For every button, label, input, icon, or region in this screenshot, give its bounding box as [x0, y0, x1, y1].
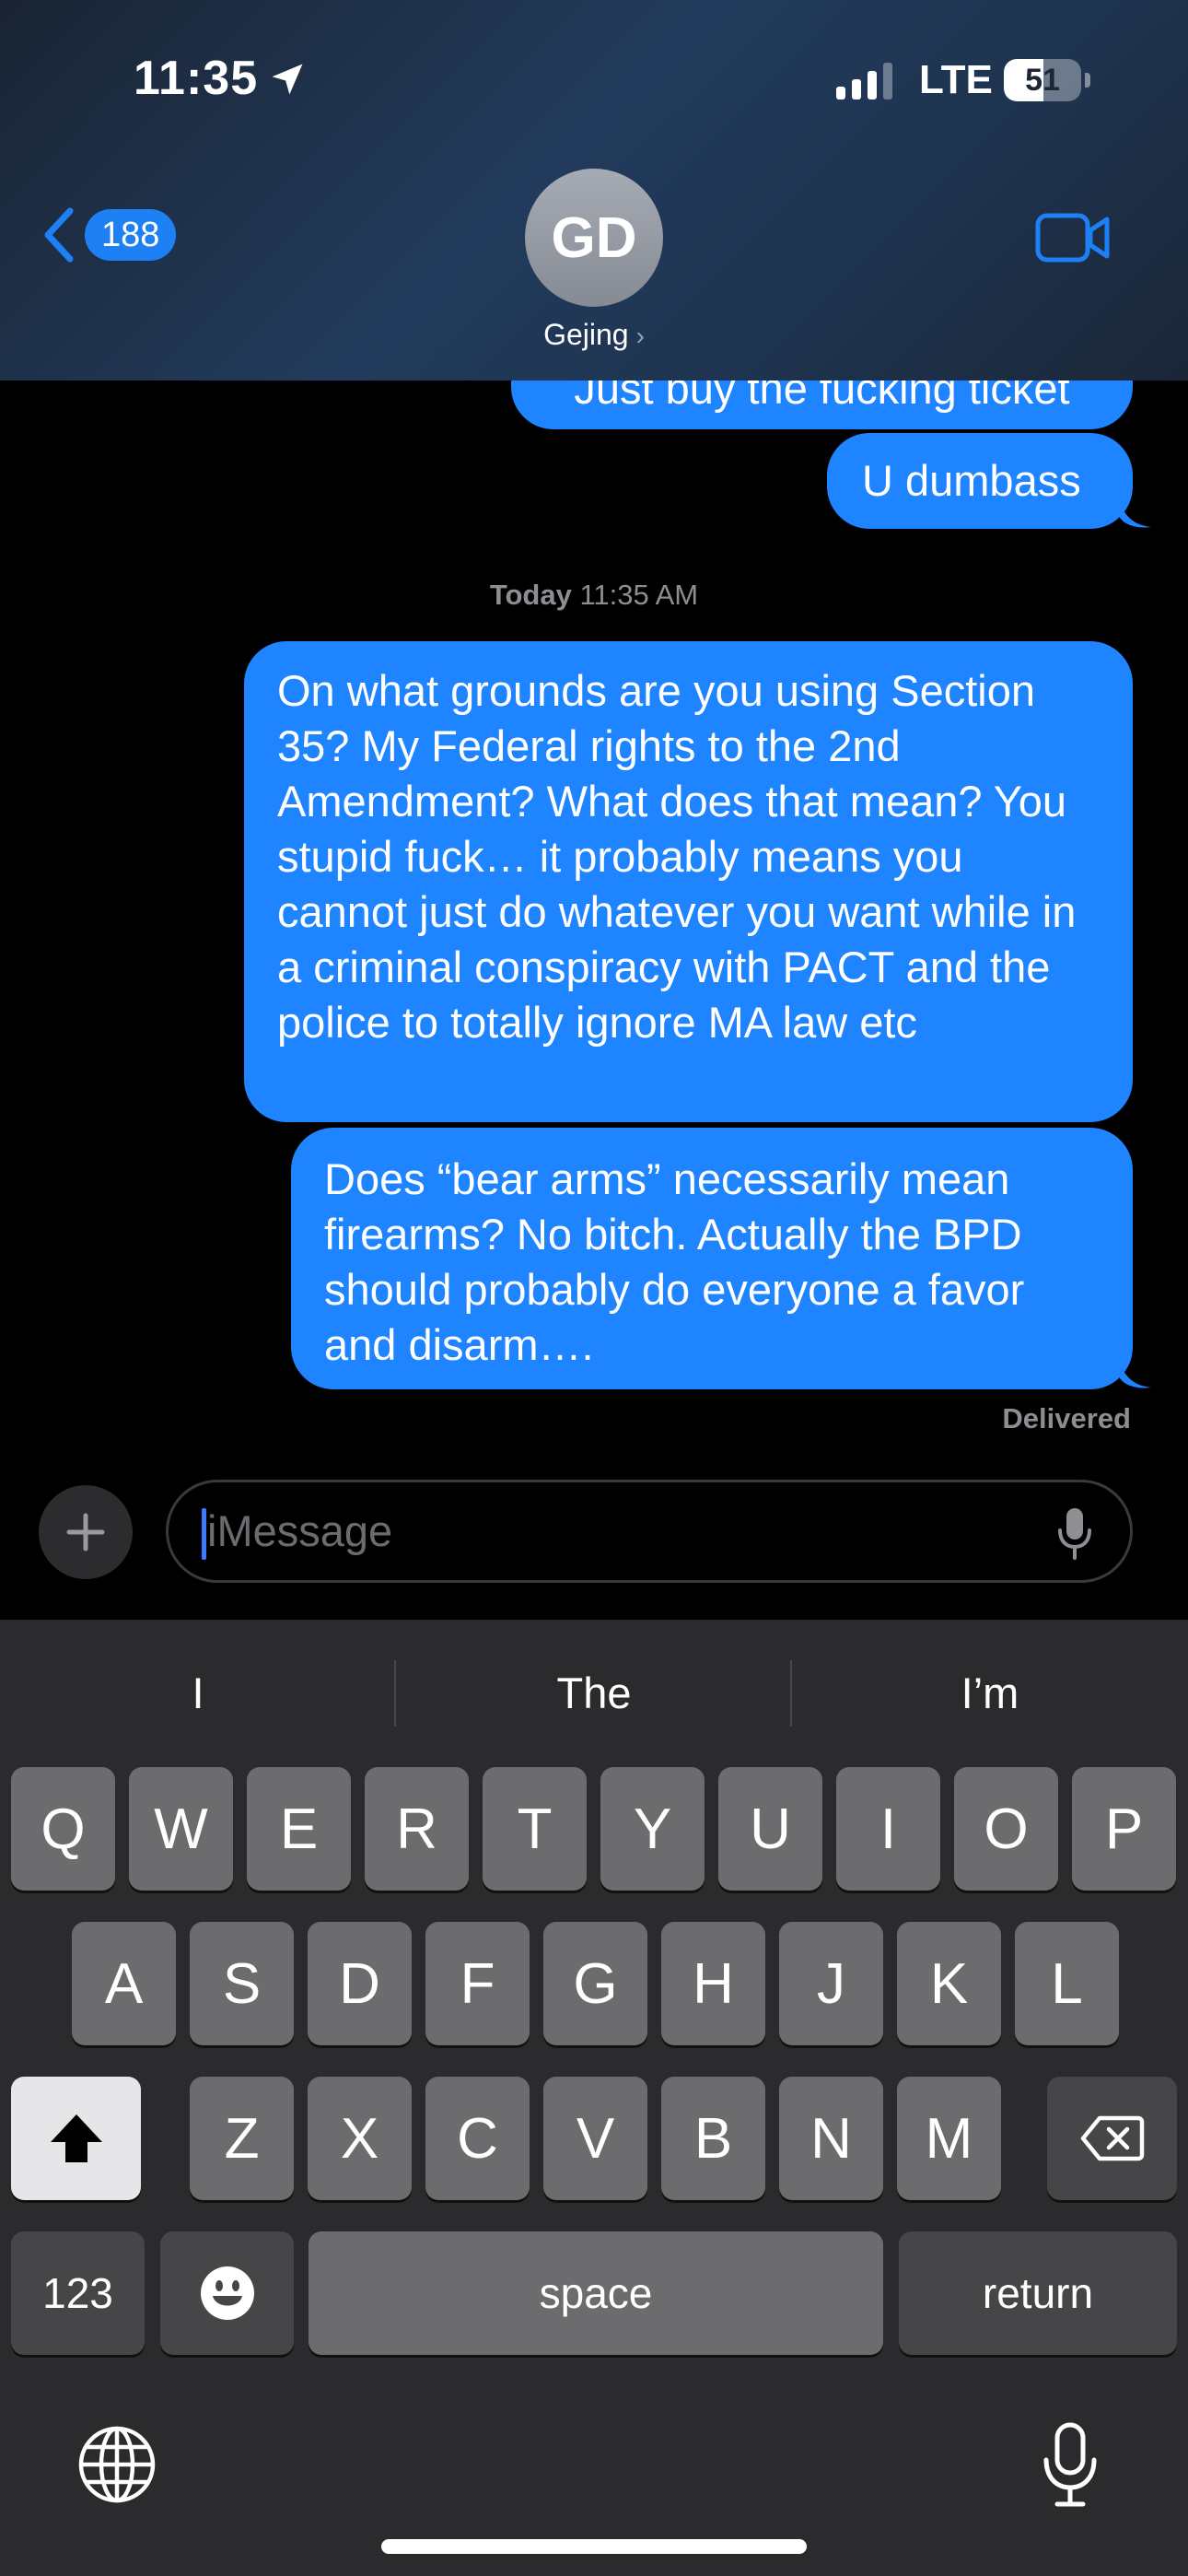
key-p[interactable]: P: [1072, 1767, 1176, 1891]
cellular-signal-icon: [836, 63, 892, 100]
message-bubble[interactable]: On what grounds are you using Section 35…: [244, 641, 1133, 1122]
globe-icon[interactable]: [77, 2425, 157, 2504]
conversation-header: 11:35 LTE 51 188 GD Gejing ›: [0, 0, 1188, 381]
message-input-placeholder: iMessage: [207, 1506, 393, 1555]
key-h[interactable]: H: [661, 1922, 765, 2045]
key-l[interactable]: L: [1015, 1922, 1119, 2045]
key-j[interactable]: J: [779, 1922, 883, 2045]
suggestion-2[interactable]: The: [396, 1620, 792, 1767]
key-o[interactable]: O: [954, 1767, 1058, 1891]
suggestion-3[interactable]: I’m: [792, 1620, 1188, 1767]
message-bubble[interactable]: Does “bear arms” necessarily mean firear…: [291, 1128, 1133, 1389]
key-a[interactable]: A: [72, 1922, 176, 2045]
key-i[interactable]: I: [836, 1767, 940, 1891]
key-v[interactable]: V: [543, 2077, 647, 2200]
network-type-label: LTE: [919, 57, 993, 102]
status-time: 11:35: [134, 52, 259, 105]
shift-arrow-icon: [50, 2114, 102, 2162]
plus-icon: [66, 1513, 105, 1551]
key-r[interactable]: R: [365, 1767, 469, 1891]
key-k[interactable]: K: [897, 1922, 1001, 2045]
battery-icon: 51: [1004, 59, 1090, 101]
return-key[interactable]: return: [899, 2231, 1177, 2355]
key-d[interactable]: D: [308, 1922, 412, 2045]
chevron-left-icon: [44, 207, 74, 263]
delete-key[interactable]: [1047, 2077, 1177, 2200]
unread-count-badge: 188: [85, 209, 177, 261]
key-w[interactable]: W: [129, 1767, 233, 1891]
avatar-initials: GD: [551, 205, 637, 270]
key-t[interactable]: T: [483, 1767, 587, 1891]
key-s[interactable]: S: [190, 1922, 294, 2045]
audio-message-mic-icon[interactable]: [1056, 1506, 1093, 1560]
space-key[interactable]: space: [309, 2231, 883, 2355]
key-e[interactable]: E: [247, 1767, 351, 1891]
home-indicator: [381, 2539, 807, 2554]
contact-name: Gejing: [543, 318, 629, 351]
shift-key[interactable]: [11, 2077, 141, 2200]
key-b[interactable]: B: [661, 2077, 765, 2200]
key-g[interactable]: G: [543, 1922, 647, 2045]
dictation-mic-icon[interactable]: [1041, 2421, 1100, 2510]
key-z[interactable]: Z: [190, 2077, 294, 2200]
key-c[interactable]: C: [425, 2077, 530, 2200]
numbers-key[interactable]: 123: [11, 2231, 145, 2355]
bubble-tail: [1120, 1358, 1151, 1388]
chevron-right-icon: ›: [635, 322, 645, 350]
delivery-status: Delivered: [1002, 1402, 1131, 1434]
key-q[interactable]: Q: [11, 1767, 115, 1891]
key-y[interactable]: Y: [600, 1767, 705, 1891]
predictive-text-bar: I The I’m: [0, 1620, 1188, 1767]
message-bubble[interactable]: U dumbass: [827, 433, 1133, 529]
key-f[interactable]: F: [425, 1922, 530, 2045]
emoji-icon: [200, 2266, 254, 2320]
apps-plus-button[interactable]: [39, 1485, 133, 1579]
video-call-icon[interactable]: [1035, 210, 1111, 265]
key-x[interactable]: X: [308, 2077, 412, 2200]
contact-name-button[interactable]: Gejing ›: [0, 318, 1188, 352]
message-input[interactable]: iMessage: [166, 1480, 1133, 1583]
battery-level-label: 51: [1025, 63, 1060, 98]
key-m[interactable]: M: [897, 2077, 1001, 2200]
key-u[interactable]: U: [718, 1767, 822, 1891]
location-arrow-icon: [272, 64, 303, 95]
text-cursor: [202, 1508, 206, 1560]
emoji-key[interactable]: [160, 2231, 294, 2355]
contact-avatar[interactable]: GD: [525, 169, 663, 307]
suggestion-1[interactable]: I: [0, 1620, 396, 1767]
back-button[interactable]: 188: [39, 203, 177, 267]
backspace-icon: [1080, 2115, 1144, 2161]
key-n[interactable]: N: [779, 2077, 883, 2200]
message-timestamp: Today 11:35 AM: [489, 579, 699, 611]
bubble-tail: [1120, 498, 1151, 528]
